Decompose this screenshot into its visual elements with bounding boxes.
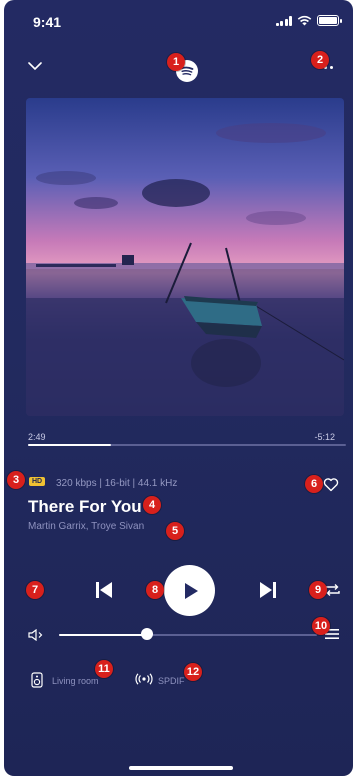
volume-fill — [59, 634, 147, 636]
remaining-time: -5:12 — [314, 432, 335, 442]
hd-badge: HD — [29, 477, 46, 486]
annotation-badge: 1 — [167, 53, 185, 71]
next-track-button[interactable] — [259, 581, 277, 599]
signal-icon — [275, 15, 292, 26]
annotation-badge: 2 — [311, 51, 329, 69]
track-artist: Martin Garrix, Troye Sivan — [28, 521, 145, 532]
progress-bar[interactable] — [28, 444, 346, 446]
annotation-badge: 4 — [143, 496, 161, 514]
album-art — [26, 98, 344, 416]
home-indicator[interactable] — [129, 766, 233, 770]
volume-slider[interactable] — [59, 634, 317, 636]
annotation-badge: 8 — [146, 581, 164, 599]
track-title: There For You — [28, 497, 142, 516]
play-button[interactable] — [164, 565, 215, 616]
annotation-badge: 9 — [309, 581, 327, 599]
volume-knob[interactable] — [140, 628, 153, 640]
progress-fill — [28, 444, 111, 446]
annotation-badge: 6 — [305, 475, 323, 493]
speaker-icon[interactable] — [30, 672, 43, 688]
room-label[interactable]: Living room — [52, 676, 99, 686]
annotation-badge: 3 — [7, 471, 25, 489]
annotation-badge: 7 — [26, 581, 44, 599]
annotation-badge: 12 — [184, 663, 202, 681]
volume-icon[interactable] — [28, 629, 46, 641]
player-screen: 9:41 2:49 -5:12 HD 320 kbps | 16-bit | 4… — [4, 0, 353, 776]
status-bar: 9:41 — [4, 0, 353, 40]
spdif-icon[interactable] — [135, 673, 153, 685]
spdif-label[interactable]: SPDIF — [158, 676, 185, 686]
annotation-badge: 5 — [166, 522, 184, 540]
audio-quality: 320 kbps | 16-bit | 44.1 kHz — [56, 478, 178, 489]
annotation-badge: 10 — [312, 617, 330, 635]
annotation-badge: 11 — [95, 660, 113, 678]
previous-track-button[interactable] — [95, 581, 113, 599]
play-icon — [184, 582, 198, 599]
wifi-icon — [297, 15, 312, 26]
chevron-down-icon[interactable] — [28, 62, 42, 71]
elapsed-time: 2:49 — [28, 432, 46, 442]
battery-icon — [317, 15, 342, 26]
status-time: 9:41 — [33, 14, 62, 30]
heart-icon[interactable] — [323, 477, 339, 492]
status-icons — [275, 15, 342, 26]
